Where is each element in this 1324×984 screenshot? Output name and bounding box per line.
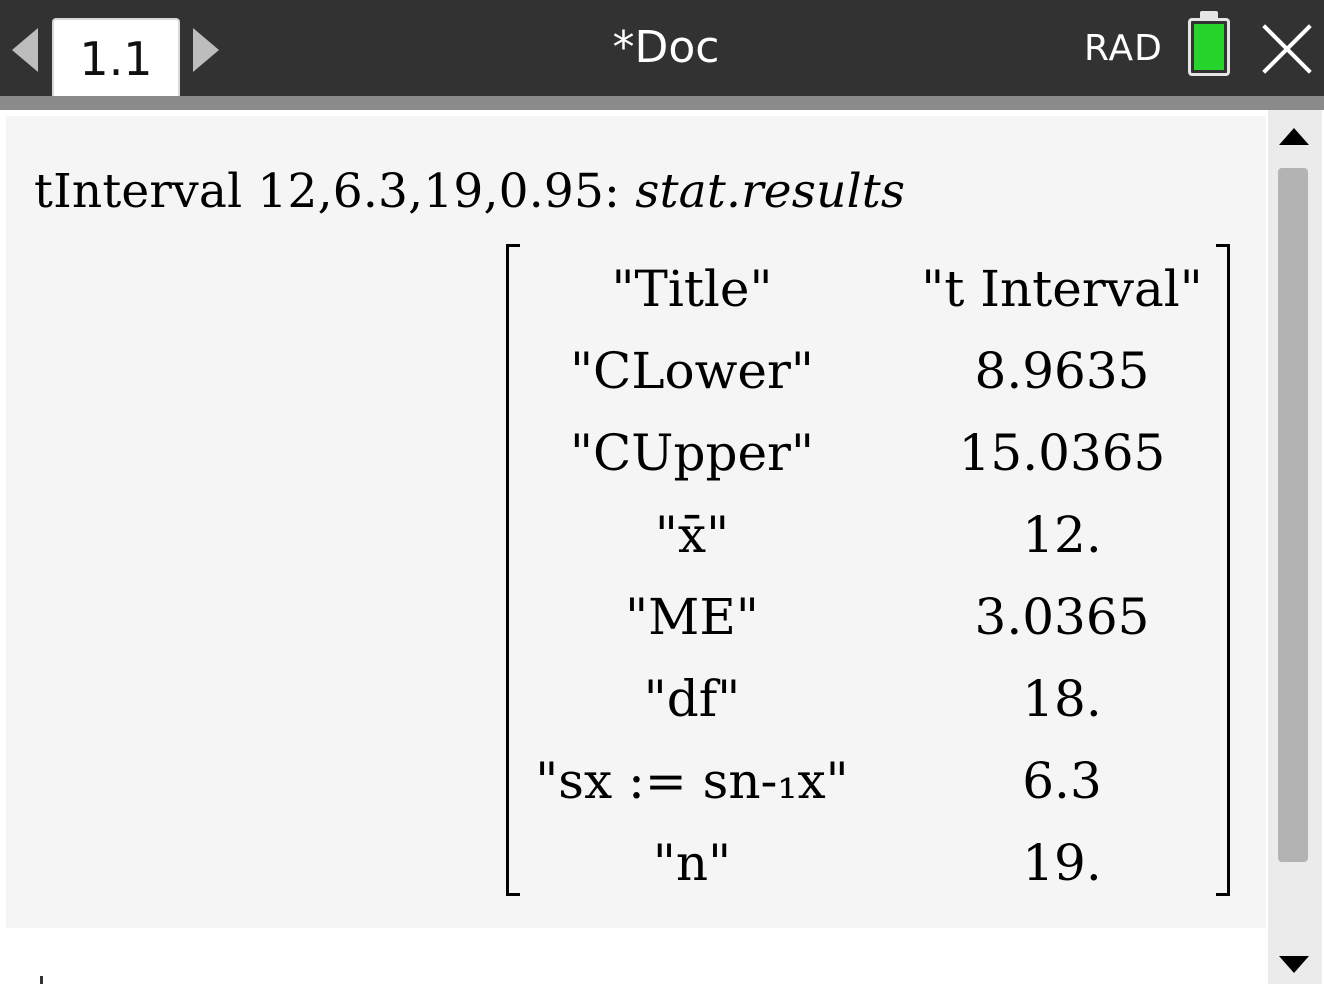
battery-level: [1194, 24, 1224, 70]
scroll-down-arrow-icon[interactable]: [1279, 956, 1309, 973]
calculator-page: tInterval 12,6.3,19,0.95: stat.results "…: [0, 110, 1324, 984]
result-name: "df": [643, 670, 741, 728]
scroll-up-arrow-icon[interactable]: [1279, 128, 1309, 145]
result-value: 8.9635: [974, 342, 1150, 400]
input-line[interactable]: [6, 928, 1266, 984]
scrollbar-thumb[interactable]: [1278, 168, 1308, 862]
result-name: "CLower": [570, 342, 814, 400]
result-value: 12.: [1022, 506, 1102, 564]
result-name: "x̄": [654, 506, 730, 564]
next-page-arrow-icon[interactable]: [193, 28, 219, 72]
matrix-left-bracket: [506, 244, 520, 896]
title-bar: 1.1 *Doc RAD: [0, 0, 1324, 110]
result-name: "CUpper": [570, 424, 814, 482]
matrix-right-bracket: [1216, 244, 1230, 896]
result-value: 3.0365: [974, 588, 1150, 646]
page-tab-label: 1.1: [79, 32, 153, 86]
result-value: 18.: [1022, 670, 1102, 728]
result-value: 6.3: [1022, 752, 1102, 810]
result-name: "Title": [611, 260, 773, 318]
close-icon[interactable]: [1260, 22, 1314, 76]
result-name: "sx := sn-₁x": [535, 752, 849, 810]
angle-mode-indicator: RAD: [1084, 28, 1163, 69]
text-cursor: [40, 976, 43, 984]
result-value: 19.: [1022, 834, 1102, 892]
previous-page-arrow-icon[interactable]: [12, 28, 38, 72]
result-name: "ME": [625, 588, 759, 646]
result-value: "t Interval": [921, 260, 1203, 318]
history-entry[interactable]: tInterval 12,6.3,19,0.95: stat.results "…: [6, 116, 1266, 930]
battery-icon: [1188, 18, 1230, 76]
tab-strip: [0, 96, 1324, 110]
result-name: "n": [652, 834, 732, 892]
document-title: *Doc: [612, 22, 720, 73]
result-value: 15.0365: [958, 424, 1166, 482]
command-line: tInterval 12,6.3,19,0.95: stat.results: [34, 164, 905, 219]
results-matrix: "Title" "t Interval" "CLower" 8.9635 "CU…: [522, 244, 1212, 896]
command-text: tInterval 12,6.3,19,0.95:: [34, 164, 621, 219]
command-suffix: stat.results: [635, 164, 906, 219]
